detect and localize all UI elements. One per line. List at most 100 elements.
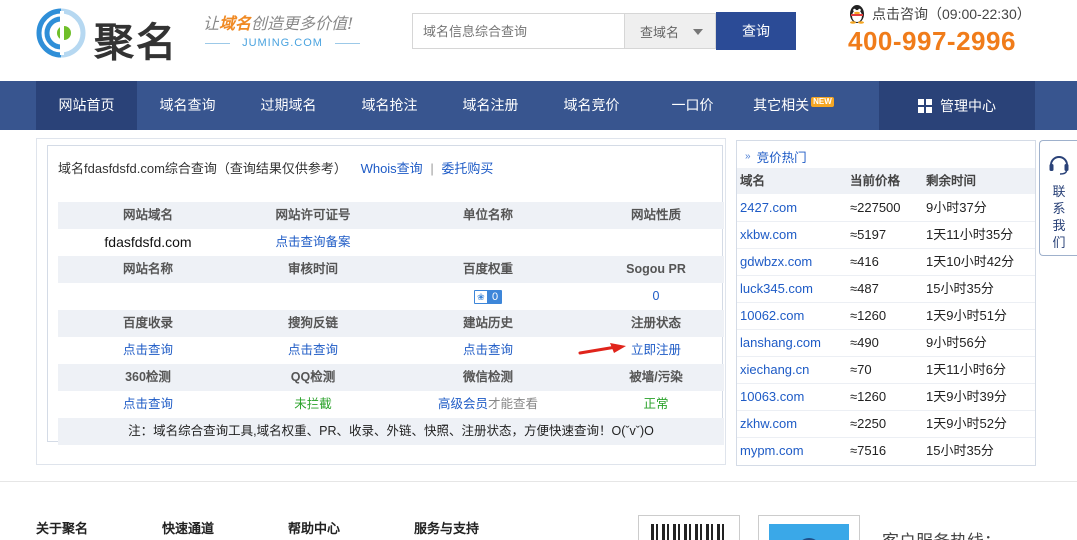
nav-item-register[interactable]: 域名注册 <box>440 81 541 130</box>
hot-domain-link[interactable]: zkhw.com <box>737 411 846 437</box>
slogan-en: JUMING.COM <box>205 37 361 49</box>
hot-domain-link[interactable]: 10063.com <box>737 384 846 410</box>
contact-label: 联系我们 <box>1052 184 1066 250</box>
footer-about[interactable]: 关于聚名 <box>36 518 88 537</box>
qq-penguin-icon <box>850 5 864 24</box>
hot-time: 9小时56分 <box>926 335 987 350</box>
col-header: 网站许可证号 <box>275 208 351 222</box>
hot-price: ≈490 <box>850 335 879 350</box>
col-header: 网站性质 <box>630 208 681 222</box>
table-row: lanshang.com ≈490 9小时56分 <box>737 330 1035 357</box>
entrust-buy-link[interactable]: 委托购买 <box>441 161 493 176</box>
hotline-number: 400-997-2996 <box>848 26 1016 56</box>
footer-quick-links[interactable]: 快速通道 <box>162 518 214 537</box>
hot-time: 15小时35分 <box>926 281 994 296</box>
hot-time: 1天9小时51分 <box>926 308 1007 323</box>
table-row: xiechang.cn ≈70 1天11小时6分 <box>737 357 1035 384</box>
grid-icon <box>918 98 932 113</box>
nav-item-domain-query[interactable]: 域名查询 <box>137 81 238 130</box>
nav-item-expired[interactable]: 过期域名 <box>238 81 339 130</box>
col-header: 搜狗反链 <box>287 316 338 330</box>
baidu-index-link[interactable]: 点击查询 <box>58 337 238 364</box>
icp-query-link[interactable]: 点击查询备案 <box>238 229 388 256</box>
hot-domain-link[interactable]: 10062.com <box>737 303 846 329</box>
management-center-button[interactable]: 管理中心 <box>879 81 1035 130</box>
blocked-status-value: 正常 <box>643 397 669 411</box>
nav-item-others[interactable]: 其它相关 NEW <box>743 81 844 130</box>
hot-price: ≈1260 <box>850 308 887 323</box>
baidu-weight-cell: ❀ 0 <box>388 283 588 310</box>
hot-auction-title[interactable]: » 竞价热门 <box>745 147 807 166</box>
hot-time: 1天11小时6分 <box>926 362 1006 377</box>
table-row: 2427.com ≈227500 9小时37分 <box>737 195 1035 222</box>
baidu-weight-badge[interactable]: ❀ 0 <box>473 289 503 304</box>
table-header-row: 百度收录 搜狗反链 建站历史 注册状态 <box>58 310 724 337</box>
nav-item-backorder[interactable]: 域名抢注 <box>339 81 440 130</box>
col-header: 网站名称 <box>122 262 173 276</box>
table-row: 点击查询 未拦截 高级会员才能查看 正常 <box>58 391 724 418</box>
nav-item-fixed-price[interactable]: 一口价 <box>642 81 743 130</box>
hot-price: ≈1260 <box>850 389 887 404</box>
sogou-links-link[interactable]: 点击查询 <box>238 337 388 364</box>
logo-text: 聚名 <box>94 19 178 66</box>
domain-value: fdasfdsfd.com <box>104 234 192 250</box>
hot-domain-link[interactable]: xkbw.com <box>737 222 846 248</box>
nav-item-home[interactable]: 网站首页 <box>36 81 137 130</box>
footer-help[interactable]: 帮助中心 <box>288 518 340 537</box>
hot-time: 1天9小时52分 <box>926 416 1007 431</box>
nav-item-auction[interactable]: 域名竞价 <box>541 81 642 130</box>
nav-label: 其它相关 <box>753 97 810 113</box>
table-header-row: 网站域名 网站许可证号 单位名称 网站性质 <box>58 202 724 229</box>
service-avatar <box>758 515 860 540</box>
col-header: 百度收录 <box>122 316 173 330</box>
nav-label: 一口价 <box>671 97 714 113</box>
main-nav: 网站首页 域名查询 过期域名 域名抢注 域名注册 域名竞价 一口价 其它相关 NE… <box>0 81 1077 130</box>
table-row: 10063.com ≈1260 1天9小时39分 <box>737 384 1035 411</box>
site-history-link[interactable]: 点击查询 <box>388 337 588 364</box>
site-logo[interactable]: 聚名 <box>36 8 196 66</box>
hot-domain-link[interactable]: gdwbzx.com <box>737 249 846 275</box>
consult-link[interactable]: 点击咨询（09:00-22:30） <box>848 4 1031 24</box>
hot-domain-link[interactable]: 2427.com <box>737 195 846 221</box>
check-360-link[interactable]: 点击查询 <box>58 391 238 418</box>
col-header: 建站历史 <box>462 316 513 330</box>
col-header: 注册状态 <box>630 316 681 330</box>
hot-domain-link[interactable]: lanshang.com <box>737 330 846 356</box>
hot-time: 1天11小时35分 <box>926 227 1014 242</box>
col-header: 域名 <box>740 174 766 188</box>
search-input[interactable] <box>413 14 624 48</box>
table-row: mypm.com ≈7516 15小时35分 <box>737 438 1035 465</box>
hot-time: 9小时37分 <box>926 200 987 215</box>
nav-label: 过期域名 <box>260 97 317 113</box>
hot-domain-link[interactable]: luck345.com <box>737 276 846 302</box>
search-type-select[interactable]: 查域名 <box>624 13 716 49</box>
search-select-label: 查域名 <box>640 24 680 40</box>
query-title: 域名fdasfdsfd.com综合查询（查询结果仅供参考） Whois查询 | … <box>58 158 493 177</box>
col-header: 网站域名 <box>122 208 173 222</box>
col-header: 单位名称 <box>462 208 513 222</box>
new-badge: NEW <box>811 97 834 107</box>
nav-label: 网站首页 <box>58 97 115 113</box>
sogou-pr-link[interactable]: 0 <box>588 283 724 310</box>
chevron-down-icon <box>693 29 703 35</box>
hot-domain-link[interactable]: xiechang.cn <box>737 357 846 383</box>
hot-title-text: 竞价热门 <box>756 151 807 165</box>
table-header-row: 360检测 QQ检测 微信检测 被墙/污染 <box>58 364 724 391</box>
contact-us-tab[interactable]: 联系我们 <box>1039 140 1077 256</box>
table-row: fdasfdsfd.com 点击查询备案 <box>58 229 724 256</box>
whois-link[interactable]: Whois查询 <box>361 161 423 176</box>
hot-price: ≈2250 <box>850 416 887 431</box>
nav-label: 域名注册 <box>462 97 519 113</box>
consult-label: 点击咨询（09:00-22:30） <box>872 6 1031 22</box>
logo-mark-icon <box>36 8 86 58</box>
col-header: 微信检测 <box>462 370 513 384</box>
hot-domain-link[interactable]: mypm.com <box>737 438 846 465</box>
premium-member-link[interactable]: 高级会员 <box>438 397 488 411</box>
qr-code-icon <box>651 524 727 540</box>
double-chevron-icon: » <box>745 151 751 162</box>
footer-service[interactable]: 服务与支持 <box>414 518 479 537</box>
hot-price: ≈5197 <box>850 227 887 242</box>
table-row: zkhw.com ≈2250 1天9小时52分 <box>737 411 1035 438</box>
hot-price: ≈227500 <box>850 200 901 215</box>
search-button[interactable]: 查询 <box>716 12 796 50</box>
